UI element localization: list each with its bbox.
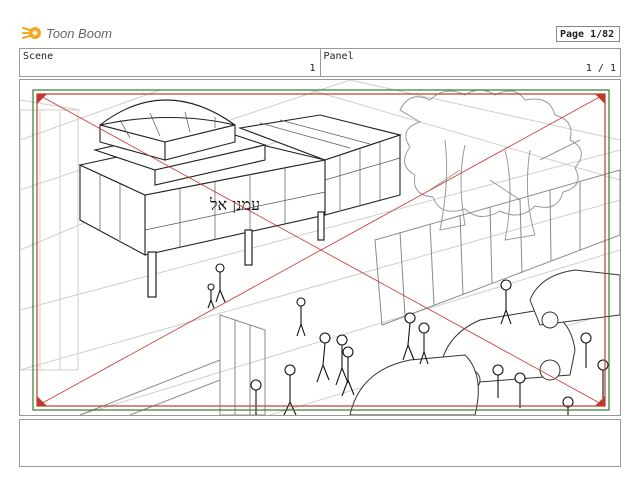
- building-sign: עמנן אל: [209, 195, 260, 214]
- logo-text: Toon Boom: [46, 25, 113, 41]
- figure-walker-2: [402, 312, 430, 365]
- left-railing: [79, 314, 266, 415]
- logo-star-icon: [22, 27, 41, 39]
- figure-child: [207, 283, 215, 309]
- page-indicator: Page 1/82: [556, 26, 620, 42]
- panel-notes-area[interactable]: [19, 419, 621, 467]
- toon-boom-logo: Toon Boom: [22, 22, 112, 44]
- panel-label: Panel: [323, 51, 354, 62]
- figure-walker-1: [296, 297, 306, 337]
- page-label: Page: [560, 28, 585, 40]
- panel-value: 1 / 1: [585, 63, 616, 74]
- scene-panel-info-row: Scene 1 Panel 1 / 1: [19, 48, 621, 77]
- storyboard-panel[interactable]: עמנן אל: [19, 79, 621, 416]
- panel-drawing: עמנן אל: [20, 80, 620, 415]
- building: [78, 99, 402, 256]
- page-value: 1/82: [584, 28, 615, 40]
- figure-group: [316, 332, 355, 397]
- scene-value: 1: [309, 63, 316, 74]
- panel-cell: Panel 1 / 1: [319, 49, 621, 76]
- figure-parent: [215, 263, 226, 303]
- scene-cell: Scene 1: [20, 49, 320, 76]
- scene-label: Scene: [23, 51, 54, 62]
